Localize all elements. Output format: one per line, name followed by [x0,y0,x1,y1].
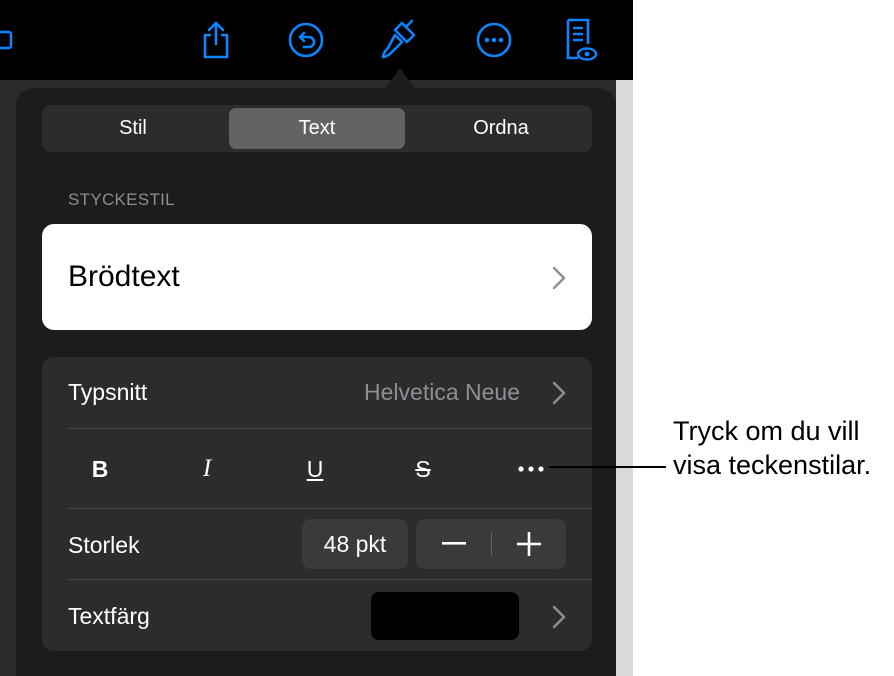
size-label: Storlek [68,532,140,558]
document-edge [616,80,633,676]
callout-line-1: Tryck om du vill [673,416,860,446]
divider [68,579,592,580]
tab-stil[interactable]: Stil [45,108,221,149]
size-stepper [416,519,566,569]
format-tabs: Stil Text Ordna [42,105,592,152]
minus-icon [441,542,466,545]
tab-text[interactable]: Text [229,108,405,149]
tab-ordna[interactable]: Ordna [413,108,589,149]
chevron-right-icon[interactable] [552,605,566,634]
format-brush-icon[interactable] [380,18,420,62]
chevron-right-icon[interactable] [552,381,566,410]
paragraph-style-header: STYCKESTIL [68,190,175,209]
bold-button[interactable]: B [72,447,128,491]
callout-text: Tryck om du vill visa teckenstilar. [673,414,893,482]
undo-icon[interactable] [286,18,326,62]
divider [68,428,592,429]
chevron-right-icon [552,266,566,295]
underline-button[interactable]: U [287,447,343,491]
text-color-swatch[interactable] [371,592,519,640]
popover-bottom [16,651,616,676]
paragraph-style-button[interactable]: Brödtext [42,224,592,330]
strikethrough-button[interactable]: S [395,447,451,491]
divider [68,508,592,509]
more-icon[interactable] [474,18,514,62]
size-field[interactable]: 48 pkt [302,519,408,569]
paragraph-style-value: Brödtext [68,260,180,293]
decrease-size-button[interactable] [416,519,491,569]
callout-line-2: visa teckenstilar. [673,450,872,480]
font-value[interactable]: Helvetica Neue [364,379,520,406]
italic-button[interactable]: I [179,447,235,491]
reader-view-icon[interactable] [560,18,600,62]
media-icon[interactable] [0,18,22,62]
text-format-group: Typsnitt Helvetica Neue B I U S Storlek … [42,357,592,651]
increase-size-button[interactable] [491,519,566,569]
plus-icon [516,532,541,556]
popover-arrow [386,68,414,88]
font-label: Typsnitt [68,379,148,405]
callout-line [549,466,666,468]
share-icon[interactable] [196,18,236,62]
toolbar [0,0,633,80]
more-font-styles-button[interactable] [503,447,559,491]
ellipsis-icon [518,466,544,472]
text-color-label: Textfärg [68,603,150,629]
